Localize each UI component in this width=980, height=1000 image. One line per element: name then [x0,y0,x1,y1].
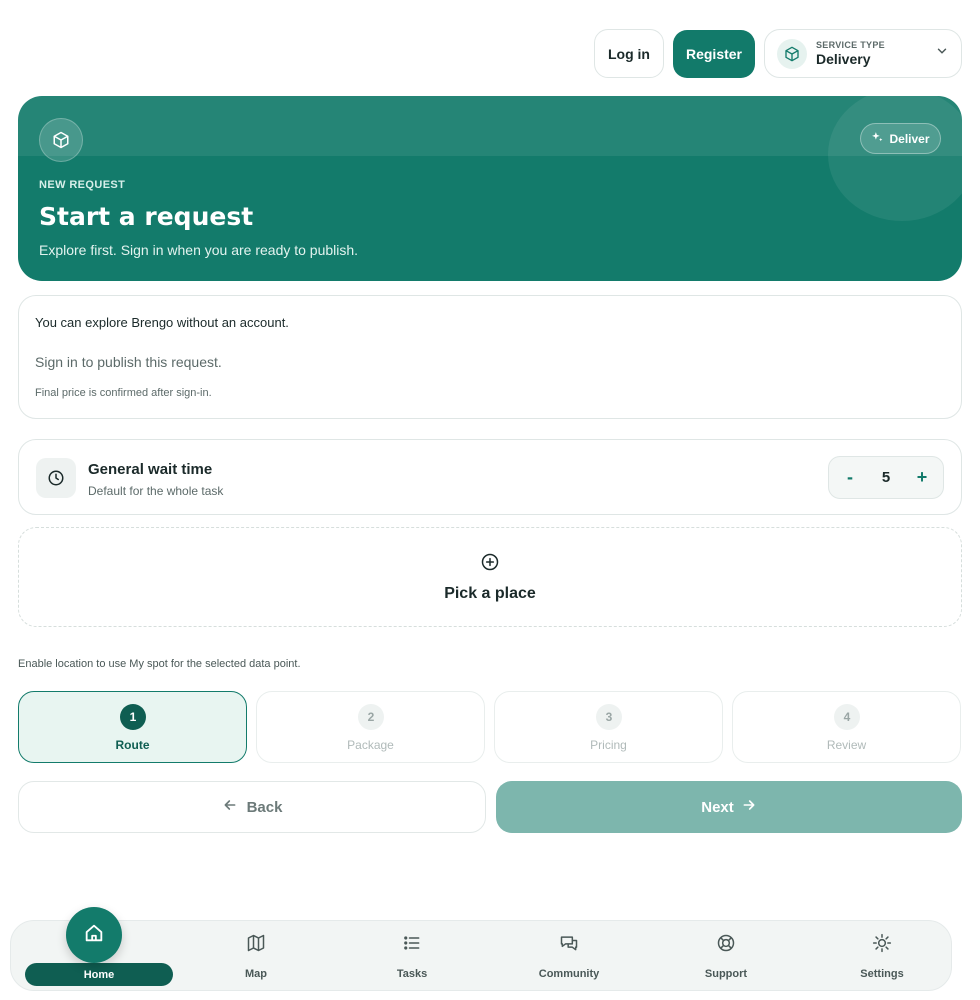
service-type-select[interactable]: SERVICE TYPE Delivery [764,29,962,78]
hero-decor-circle [828,96,962,221]
nav-item-community[interactable]: Community [509,921,629,992]
nav-label: Map [245,968,267,980]
service-type-label: SERVICE TYPE [816,40,885,50]
decrement-button[interactable]: - [843,467,857,488]
nav-label: Settings [860,968,904,980]
step-label: Package [347,738,394,752]
increment-button[interactable]: + [915,467,929,488]
nav-item-home[interactable]: Home [25,963,173,986]
sun-gear-icon [872,933,892,953]
nav-item-settings[interactable]: Settings [822,921,942,992]
step-number: 2 [358,704,384,730]
step-number: 4 [834,704,860,730]
location-hint: Enable location to use My spot for the s… [18,658,301,670]
hero-band [18,96,962,156]
step-label: Review [826,738,867,752]
step-number: 3 [596,704,622,730]
info-line-price: Final price is confirmed after sign-in. [35,387,212,399]
arrow-left-icon [222,797,238,817]
next-label: Next [701,798,734,816]
bottom-navigation: Home Map Tasks Community Support Setting… [10,920,952,991]
info-card: You can explore Brengo without an accoun… [18,295,962,419]
clock-icon [36,458,76,498]
step-label: Pricing [590,738,627,752]
map-icon [246,933,266,953]
list-icon [402,933,422,953]
service-type-value: Delivery [816,51,871,67]
box-icon [39,118,83,162]
register-button[interactable]: Register [673,29,755,78]
back-label: Back [246,798,283,816]
chat-icon [559,933,579,953]
home-fab-button[interactable] [66,907,122,963]
lifebuoy-icon [716,933,736,953]
chevron-down-icon [935,44,949,63]
nav-label: Tasks [396,968,428,980]
box-icon [777,38,807,69]
top-bar: Log in Register SERVICE TYPE Delivery [594,29,962,78]
page-title: Start a request [39,202,254,231]
back-button[interactable]: Back [18,781,486,833]
wizard-steps: 1 Route 2 Package 3 Pricing 4 Review [18,691,962,763]
hero-eyebrow: NEW REQUEST [39,179,126,191]
step-package[interactable]: 2 Package [256,691,485,763]
nav-label: Community [538,968,600,980]
wait-time-title: General wait time [88,461,213,478]
hero-subtitle: Explore first. Sign in when you are read… [39,242,359,258]
nav-item-map[interactable]: Map [196,921,316,992]
deliver-chip[interactable]: Deliver [860,123,941,154]
step-route[interactable]: 1 Route [18,691,247,763]
step-pricing[interactable]: 3 Pricing [494,691,723,763]
wait-time-stepper: - 5 + [828,456,944,499]
wait-time-subtitle: Default for the whole task [88,484,224,498]
step-number: 1 [120,704,146,730]
wait-time-value: 5 [881,469,891,486]
info-line-sign-in: Sign in to publish this request. [35,354,222,370]
nav-item-support[interactable]: Support [666,921,786,992]
wait-time-card: General wait time Default for the whole … [18,439,962,515]
step-review[interactable]: 4 Review [732,691,961,763]
arrow-right-icon [741,797,757,817]
info-line-explore: You can explore Brengo without an accoun… [35,315,289,330]
nav-item-tasks[interactable]: Tasks [352,921,472,992]
hero-banner: Deliver NEW REQUEST Start a request Expl… [18,96,962,281]
pick-place-label: Pick a place [444,585,536,602]
login-button[interactable]: Log in [594,29,664,78]
step-label: Route [115,738,150,752]
home-icon [83,922,105,949]
nav-label: Support [704,968,748,980]
pick-place-button[interactable]: Pick a place [18,527,962,627]
deliver-chip-label: Deliver [889,131,930,146]
plus-circle-icon [480,552,500,577]
sparkle-icon [871,131,884,147]
next-button[interactable]: Next [496,781,962,833]
